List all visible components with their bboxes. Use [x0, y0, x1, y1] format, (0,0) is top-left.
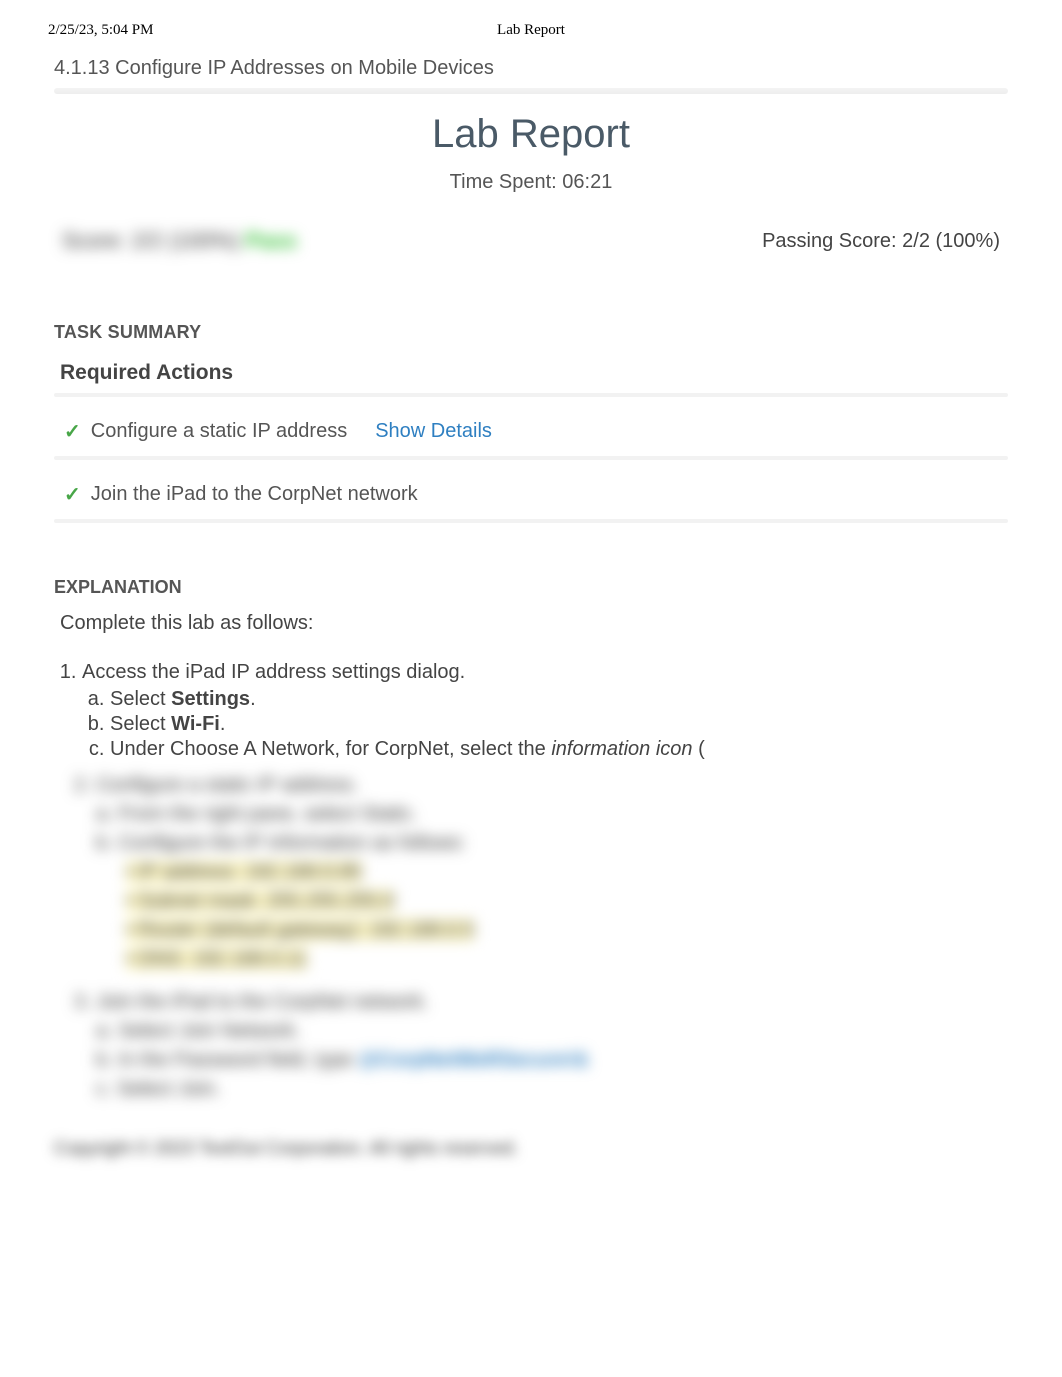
blur-highlight: • Subnet mask: 255.255.255.0	[126, 890, 394, 912]
divider	[54, 519, 1008, 523]
blur-line: a. From the right pane, select Static.	[96, 800, 1008, 829]
blur-highlight: • DNS: 192.168.0.11	[126, 948, 307, 970]
print-timestamp: 2/25/23, 5:04 PM	[48, 22, 370, 39]
substep-item: Select Wi-Fi.	[110, 713, 1008, 736]
score-row: Score: 2/2 (100%) Pass Passing Score: 2/…	[54, 228, 1008, 254]
blur-line: 3. Join the iPad to the CorpNet network.	[74, 988, 1008, 1017]
task-row: ✓ Join the iPad to the CorpNet network	[54, 478, 1008, 511]
substep-text: Under Choose A Network, for CorpNet, sel…	[110, 738, 551, 760]
passing-score: Passing Score: 2/2 (100%)	[762, 230, 1000, 253]
required-actions-heading: Required Actions	[60, 361, 1008, 385]
substep-bold: Settings	[171, 688, 250, 710]
blur-line: • Router (default gateway): 192.168.0.5	[126, 916, 1008, 945]
score-text: Score: 2/2 (100%)	[62, 228, 245, 253]
step-item: Access the iPad IP address settings dial…	[82, 661, 1008, 761]
substep-text: Select	[110, 713, 171, 735]
blur-text: b. In the Password field, type	[96, 1049, 358, 1071]
check-icon: ✓	[64, 419, 81, 444]
task-label: Configure a static IP address	[91, 420, 347, 443]
blur-highlight: • IP address: 192.168.0.85	[126, 861, 362, 883]
blur-line: a. Select Join Network.	[96, 1017, 1008, 1046]
blur-line: • Subnet mask: 255.255.255.0	[126, 887, 1008, 916]
print-spacer	[692, 22, 1014, 39]
blur-line: • DNS: 192.168.0.11	[126, 945, 1008, 974]
score-pass: Pass	[245, 228, 296, 253]
blur-line: • IP address: 192.168.0.85	[126, 858, 1008, 887]
score-blurred: Score: 2/2 (100%) Pass	[62, 228, 297, 254]
explanation-intro: Complete this lab as follows:	[60, 612, 1008, 635]
copyright: Copyright © 2023 TestOut Corporation. Al…	[54, 1138, 1008, 1159]
blur-text: a. From the right pane, select Static.	[96, 803, 417, 825]
blur-line: b. Configure the IP information as follo…	[96, 829, 1008, 858]
blur-highlight: • Router (default gateway): 192.168.0.5	[126, 919, 474, 941]
task-summary-heading: TASK SUMMARY	[54, 322, 1008, 343]
substep-text: .	[220, 713, 226, 735]
blur-password: @CorpNetWeRSecure!&	[358, 1049, 588, 1071]
divider	[54, 393, 1008, 397]
substep-italic: information icon	[551, 738, 692, 760]
show-details-link[interactable]: Show Details	[375, 420, 492, 443]
breadcrumb: 4.1.13 Configure IP Addresses on Mobile …	[54, 57, 1008, 80]
substep-item: Select Settings.	[110, 688, 1008, 711]
blur-line: 2. Configure a static IP address.	[74, 771, 1008, 800]
print-header: 2/25/23, 5:04 PM Lab Report	[0, 0, 1062, 39]
substep-text: .	[250, 688, 256, 710]
page-title: Lab Report	[54, 112, 1008, 157]
blur-line: c. Select Join.	[96, 1075, 1008, 1104]
blur-line: b. In the Password field, type @CorpNetW…	[96, 1046, 1008, 1075]
divider	[54, 456, 1008, 460]
task-label: Join the iPad to the CorpNet network	[91, 483, 418, 506]
substeps-list: Select Settings. Select Wi-Fi. Under Cho…	[110, 688, 1008, 761]
substep-text: Select	[110, 688, 171, 710]
substep-bold: Wi-Fi	[171, 713, 220, 735]
explanation-heading: EXPLANATION	[54, 577, 1008, 598]
step-text: Access the iPad IP address settings dial…	[82, 661, 465, 683]
print-doc-title: Lab Report	[370, 22, 692, 39]
substep-item: Under Choose A Network, for CorpNet, sel…	[110, 738, 1008, 761]
blurred-content: 2. Configure a static IP address. a. Fro…	[74, 771, 1008, 1104]
substep-text: (	[693, 738, 705, 760]
task-row: ✓ Configure a static IP address Show Det…	[54, 415, 1008, 448]
check-icon: ✓	[64, 482, 81, 507]
time-spent: Time Spent: 06:21	[54, 171, 1008, 194]
divider	[54, 88, 1008, 94]
steps-list: Access the iPad IP address settings dial…	[82, 661, 1008, 761]
